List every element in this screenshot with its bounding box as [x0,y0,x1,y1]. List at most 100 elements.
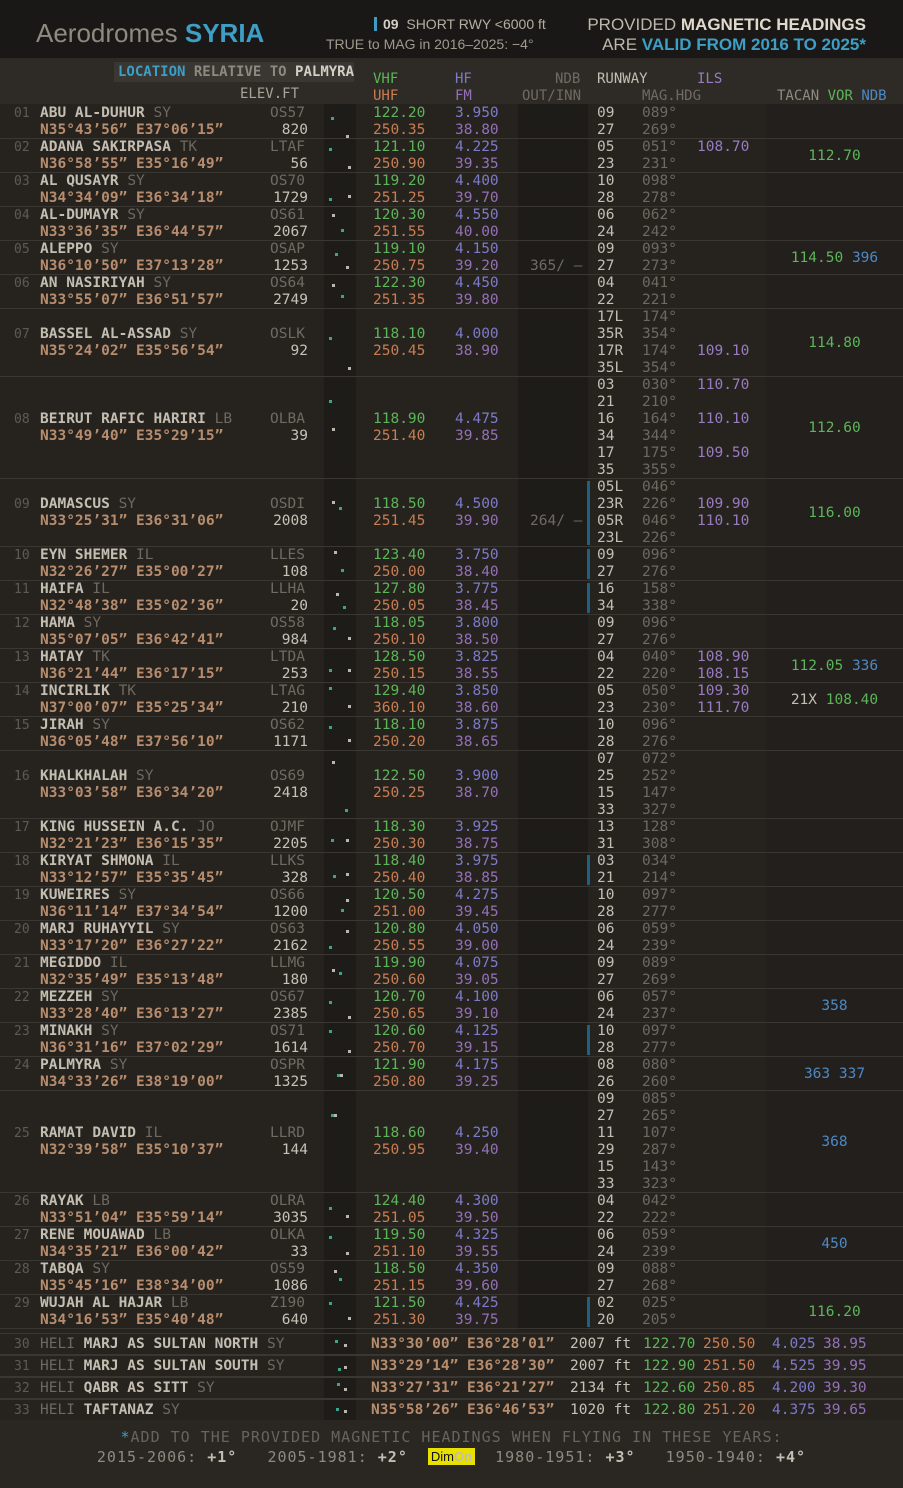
table-row[interactable]: 09 DAMASCUS SY N33°25’31” E36°31’06” OSDI 20… [0,479,903,547]
table-row[interactable]: 03 AL QUSAYR SY N34°34’09” E36°34’18” OS70 1… [0,173,903,207]
hf-frequency: 4.350 [455,1261,499,1277]
table-row[interactable]: 19 KUWEIRES SY N36°11’14” E37°34’54” OS66 12… [0,887,903,921]
table-row[interactable]: 10 EYN SHEMER IL N32°26’27” E35°00’27” LLES… [0,547,903,581]
elevation: 3035 [273,1210,308,1226]
magnetic-heading: 072° [642,751,677,767]
elevation: 39 [290,428,308,444]
table-row[interactable]: 21 MEGIDDO IL N32°35’49” E35°13’48” LLMG 180… [0,955,903,989]
uhf-frequency: 250.10 [373,632,426,648]
icao-code: OS69 [270,768,305,784]
magnetic-heading: 226° [642,530,677,546]
icao-code: OS66 [270,887,305,903]
aerodrome-name-text: ABU AL-DUHUR [40,105,145,121]
navaid-frequencies: 112.05 336 [766,658,903,675]
magnetic-heading: 265° [642,1108,677,1124]
table-row[interactable]: 06 AN NASIRIYAH SY N33°55’07” E36°51’57” OS… [0,275,903,309]
runway-designator: 27 [597,1278,615,1294]
icao-code: OLBA [270,411,305,427]
hf-frequency: 4.225 [455,139,499,155]
magnetic-heading: 230° [642,700,677,716]
table-row[interactable]: 01 ABU AL-DUHUR SY N35°43’56” E37°06’15” OS… [0,105,903,139]
elev-header: ELEV.FT [240,86,300,102]
coordinates: N35°43’56” E37°06’15” [40,122,224,138]
table-row[interactable]: 02 ADANA SAKIRPASA TK N36°58’55” E35°16’49… [0,139,903,173]
table-row[interactable]: 20 MARJ RUHAYYIL SY N33°17’20” E36°27’22” O… [0,921,903,955]
table-row[interactable]: 13 HATAY TK N36°21’44” E36°17’15” LTDA 253 12… [0,649,903,683]
helipad-row[interactable]: 32 HELI QABR AS SITT SY N33°27’31” E36°21’… [0,1377,903,1399]
magnetic-heading: 214° [642,870,677,886]
validity-note-line2: ARE VALID FROM 2016 TO 2025* [602,35,866,54]
magnetic-heading: 277° [642,1040,677,1056]
fm-frequency: 39.80 [455,292,499,308]
country-code: SY [118,887,137,903]
magnetic-heading: 085° [642,1091,677,1107]
runway-designator: 09 [597,1091,615,1107]
table-row[interactable]: 08 BEIRUT RAFIC HARIRI LB N33°49’40” E35°2… [0,377,903,479]
vhf-frequency: 122.60 [643,1380,696,1396]
aerodrome-name: PALMYRA SY [40,1057,127,1074]
table-row[interactable]: 04 AL-DUMAYR SY N33°36’35” E36°44’57” OS61 2… [0,207,903,241]
magnetic-heading: 097° [642,887,677,903]
coordinates: N33°25’31” E36°31’06” [40,513,224,529]
table-row[interactable]: 14 INCIRLIK TK N37°00’07” E35°25’34” LTAG 21… [0,683,903,717]
aerodrome-name: MARJ RUHAYYIL SY [40,921,180,938]
magnetic-heading: 164° [642,411,677,427]
table-row[interactable]: 22 MEZZEH SY N33°28’40” E36°13’27” OS67 2385… [0,989,903,1023]
table-row[interactable]: 07 BASSEL AL-ASSAD SY N35°24’02” E35°56’54… [0,309,903,377]
helipad-row[interactable]: 33 HELI TAFTANAZ SY N35°58’26” E36°46’53” 1… [0,1399,903,1421]
magnetic-heading: 276° [642,632,677,648]
position-marker-vertical [329,1207,332,1211]
runway-designator: 06 [597,207,615,223]
elevation: 640 [281,1312,308,1328]
vhf-frequency: 124.40 [373,1193,426,1209]
icao-code: OS58 [270,615,305,631]
table-row[interactable]: 11 HAIFA IL N32°48’38” E35°02’36” LLHA 20 127… [0,581,903,615]
aerodrome-name: BASSEL AL-ASSAD SY [40,326,197,343]
row-index: 02 [14,140,30,155]
table-row[interactable]: 25 RAMAT DAVID IL N32°39’58” E35°10’37” LLR… [0,1091,903,1193]
table-row[interactable]: 27 RENE MOUAWAD LB N34°35’21” E36°00’42” OL… [0,1227,903,1261]
fm-frequency: 39.25 [455,1074,499,1090]
table-row[interactable]: 16 KHALKHALAH SY N33°03’58” E36°34’20” OS69… [0,751,903,819]
table-row[interactable]: 28 TABQA SY N35°45’16” E38°34’00” OS59 1086 1… [0,1261,903,1295]
table-row[interactable]: 05 ALEPPO SY N36°10’50” E37°13’28” OSAP 1253… [0,241,903,275]
icao-code: OLKA [270,1227,305,1243]
table-row[interactable]: 26 RAYAK LB N33°51’04” E35°59’14” OLRA 3035 1… [0,1193,903,1227]
runway-designator: 27 [597,1108,615,1124]
table-row[interactable]: 24 PALMYRA SY N34°33’26” E38°19’00” OSPR 132… [0,1057,903,1091]
position-marker-horizontal [346,898,349,902]
position-marker-horizontal [332,969,335,973]
fm-frequency: 38.40 [455,564,499,580]
country-code: SY [92,1261,110,1277]
row-index: 06 [14,276,30,291]
table-row[interactable]: 15 JIRAH SY N36°05’48” E37°56’10” OS62 1171 1… [0,717,903,751]
vhf-frequency: 123.40 [373,547,426,563]
aerodrome-name-text: KUWEIRES [40,887,110,903]
short-runway-legend: 09 SHORT RWY <6000 ft [374,16,546,32]
coordinates: N36°21’44” E36°17’15” [40,666,224,682]
helipad-row[interactable]: 30 HELI MARJ AS SULTAN NORTH SY N33°30’00”… [0,1333,903,1355]
page-title: Aerodromes SYRIA [36,18,265,48]
table-row[interactable]: 23 MINAKH SY N36°31’16” E37°02’29” OS71 1614… [0,1023,903,1057]
helipad-row[interactable]: 31 HELI MARJ AS SULTAN SOUTH SY N33°29’14”… [0,1355,903,1377]
ils-frequency: 108.90 [697,649,750,665]
vhf-frequency: 122.90 [643,1358,696,1374]
runway-designator: 05 [597,139,615,155]
fm-frequency: 39.35 [455,156,499,172]
row-index: 14 [14,684,30,699]
table-row[interactable]: 17 KING HUSSEIN A.C. JO N32°21’23” E36°15’… [0,819,903,853]
magnetic-heading: 220° [642,666,677,682]
coordinates: N33°51’04” E35°59’14” [40,1210,224,1226]
fm-frequency: 38.60 [455,700,499,716]
row-index: 30 [14,1337,30,1352]
table-row[interactable]: 18 KIRYAT SHMONA IL N33°12’57” E35°35’45” L… [0,853,903,887]
table-row[interactable]: 29 WUJAH AL HAJAR LB N34°16’53” E35°40’48”… [0,1295,903,1329]
vhf-frequency: 121.50 [373,1295,426,1311]
elevation: 328 [281,870,308,886]
table-row[interactable]: 12 HAMA SY N35°07’05” E36°42’41” OS58 984 118… [0,615,903,649]
country-code: SY [109,1057,128,1073]
magnetic-heading: 041° [642,275,677,291]
fm-frequency: 40.00 [455,224,499,240]
coordinates: N33°28’40” E36°13’27” [40,1006,224,1022]
dim-on-toggle[interactable]: DimOn [427,1448,476,1465]
